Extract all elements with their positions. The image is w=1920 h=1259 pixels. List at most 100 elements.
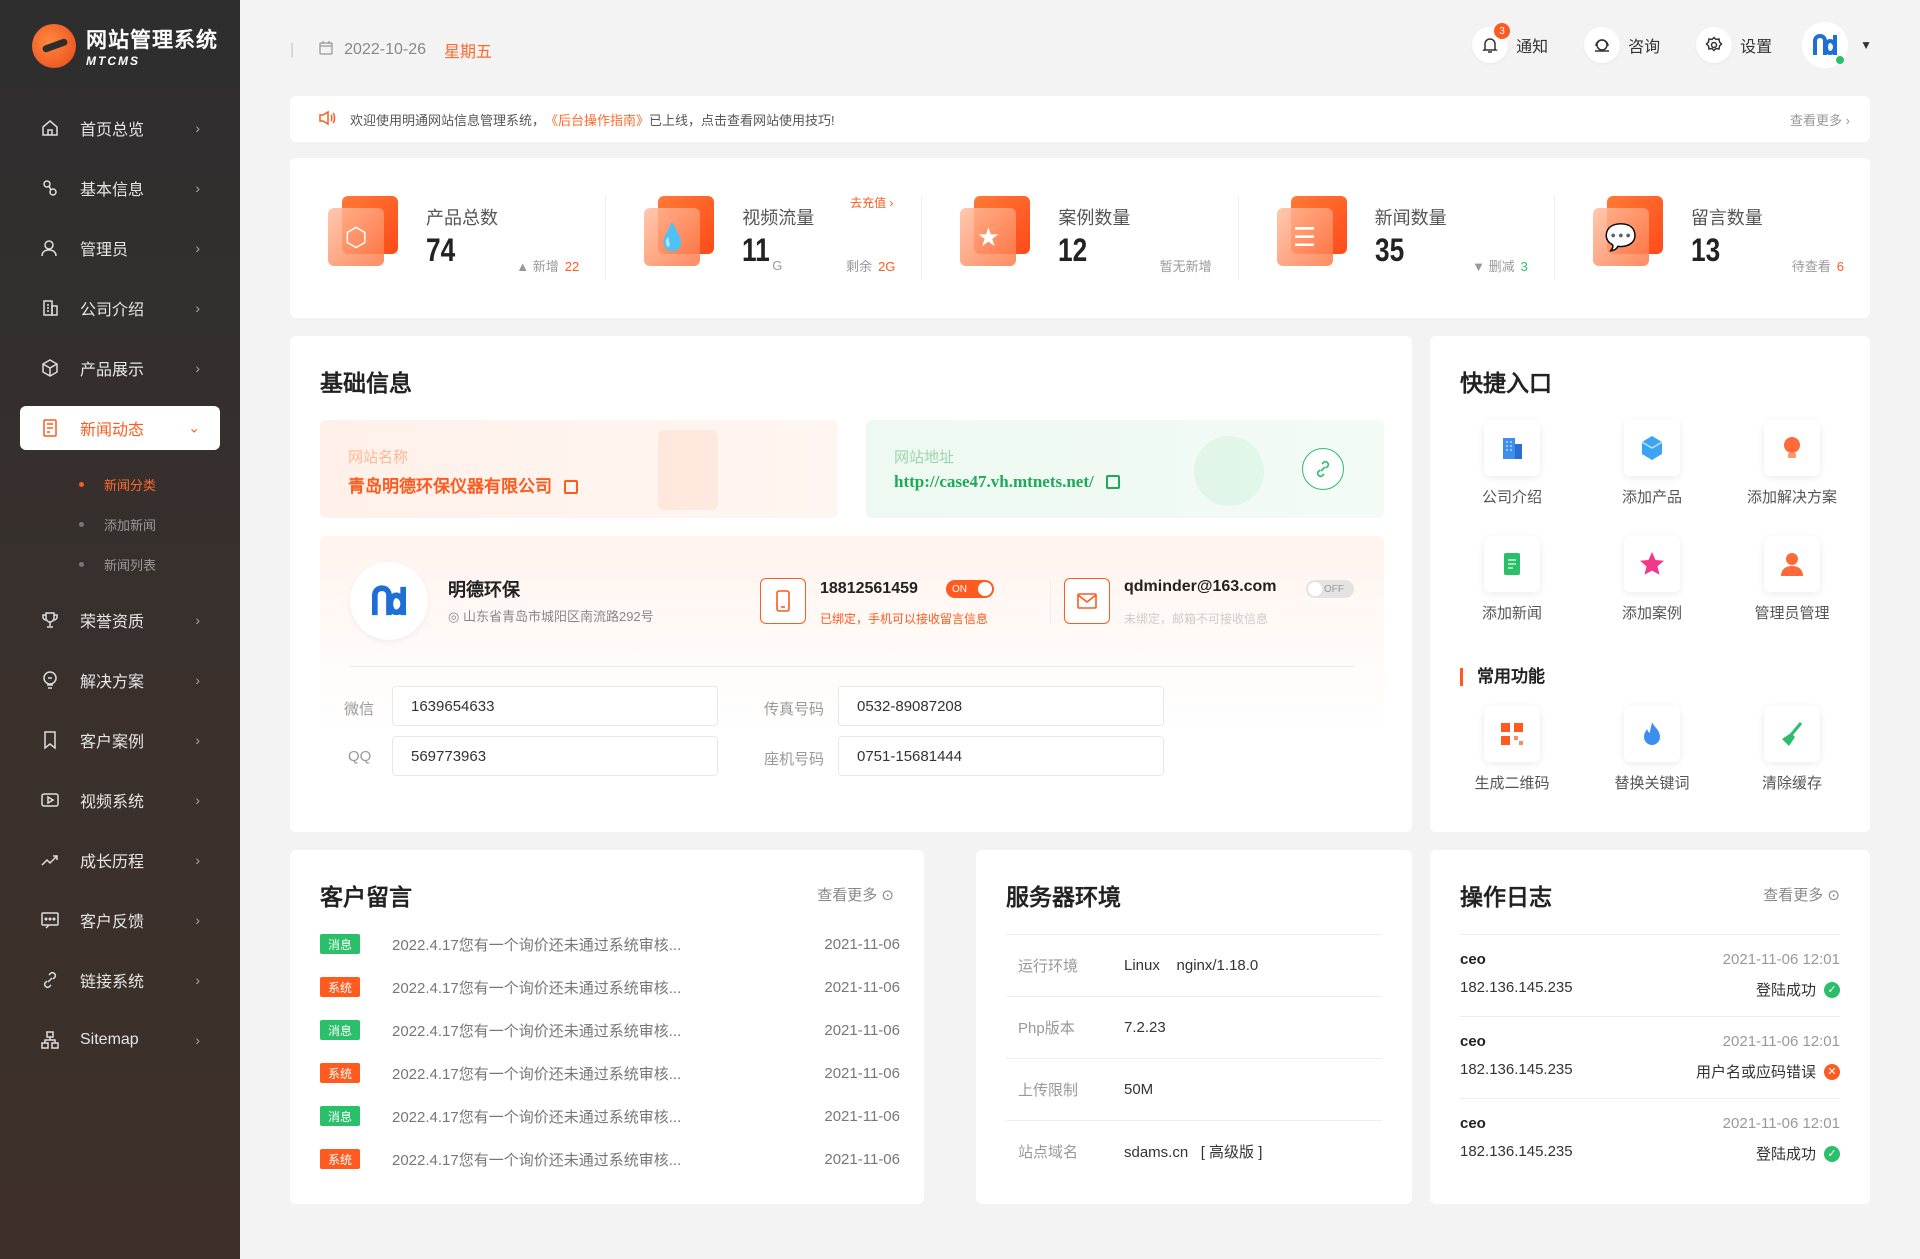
quick-add-case[interactable]: 添加案例: [1582, 536, 1722, 623]
sidebar-item-feedback[interactable]: 客户反馈 ›: [0, 890, 240, 950]
stat-cases[interactable]: ★ 案例数量 12 暂无新增: [922, 196, 1239, 280]
stat-news[interactable]: ☰ 新闻数量 35 ▼ 删减 3: [1239, 196, 1555, 280]
log-ip: 182.136.145.235: [1460, 979, 1573, 996]
sidebar-item-video[interactable]: 视频系统 ›: [0, 770, 240, 830]
sidebar-item-home[interactable]: 首页总览 ›: [0, 98, 240, 158]
messages-more-link[interactable]: 查看更多 ⊙: [817, 884, 894, 905]
app-logo[interactable]: 网站管理系统 MTCMS: [32, 24, 218, 68]
stat-video-traffic[interactable]: 💧 视频流量 去充值 › 11 G 剩余 2G: [606, 194, 923, 280]
sidebar-item-history[interactable]: 成长历程 ›: [0, 830, 240, 890]
list-item[interactable]: 消息 2022.4.17您有一个询价还未通过系统审核... 2021-11-06: [320, 932, 900, 956]
link-icon: [40, 970, 60, 990]
caret-down-icon[interactable]: ▼: [1860, 38, 1872, 52]
sidebar-item-products[interactable]: 产品展示 ›: [0, 338, 240, 398]
stat-value: 12: [1058, 232, 1088, 268]
stat-value: 13: [1690, 232, 1720, 268]
list-item[interactable]: 消息 2022.4.17您有一个询价还未通过系统审核... 2021-11-06: [320, 1018, 900, 1042]
doc-icon: ☰: [1276, 196, 1351, 270]
phone-toggle[interactable]: ON: [946, 580, 994, 598]
edit-icon[interactable]: [564, 480, 578, 494]
subitem-label: 新闻分类: [104, 477, 157, 493]
list-item[interactable]: 系统 2022.4.17您有一个询价还未通过系统审核... 2021-11-06: [320, 975, 900, 999]
email-toggle[interactable]: OFF: [1306, 580, 1354, 598]
subitem-add-news[interactable]: 添加新闻: [0, 504, 240, 544]
quick-entry-panel: 快捷入口 公司介绍 添加产品 添加解决方案 添加新闻 添加案例 管理员管理 常用…: [1430, 336, 1870, 832]
quick-add-news[interactable]: 添加新闻: [1442, 536, 1582, 623]
stat-change: ▼ 删减 3: [1472, 256, 1528, 275]
message-date: 2021-11-06: [824, 1021, 900, 1039]
sidebar-item-cases[interactable]: 客户案例 ›: [0, 710, 240, 770]
sitemap-icon: [40, 1030, 60, 1050]
sidebar-item-company[interactable]: 公司介绍 ›: [0, 278, 240, 338]
list-item[interactable]: 系统 2022.4.17您有一个询价还未通过系统审核... 2021-11-06: [320, 1147, 900, 1171]
subitem-news-list[interactable]: 新闻列表: [0, 544, 240, 584]
fax-field[interactable]: 0532-89087208: [838, 686, 1164, 726]
sidebar-nav: 首页总览 › 基本信息 › 管理员 › 公司介绍 › 产品展示 › 新闻动态 ⌄ 新闻分类 …: [0, 98, 240, 1070]
news-submenu: 新闻分类 添加新闻 新闻列表: [0, 458, 240, 590]
consult-button[interactable]: 咨询: [1578, 22, 1666, 68]
recharge-link[interactable]: 去充值 ›: [850, 194, 893, 211]
chevron-right-icon: ›: [195, 672, 200, 688]
wechat-field[interactable]: 1639654633: [392, 686, 718, 726]
divider: |: [290, 41, 295, 58]
stat-label: 留言数量: [1690, 208, 1763, 228]
list-item[interactable]: 消息 2022.4.17您有一个询价还未通过系统审核... 2021-11-06: [320, 1104, 900, 1128]
flame-icon: [1624, 706, 1680, 762]
log-time: 2021-11-06 12:01: [1722, 1033, 1840, 1050]
quick-clear-cache[interactable]: 清除缓存: [1722, 706, 1862, 793]
date-text: 2022-10-26: [344, 41, 426, 58]
site-url-label: 网站地址: [894, 449, 955, 466]
sidebar-item-honors[interactable]: 荣誉资质 ›: [0, 590, 240, 650]
stat-messages[interactable]: 💬 留言数量 13 待查看 6: [1555, 196, 1870, 280]
sidebar-item-label: 荣誉资质: [80, 614, 145, 631]
wechat-label: 微信: [344, 701, 375, 718]
server-key: 运行环境: [1018, 958, 1079, 975]
notice-bar[interactable]: 欢迎使用明通网站信息管理系统， 《后台操作指南》 已上线，点击查看网站使用技巧!…: [290, 96, 1870, 142]
log-ip: 182.136.145.235: [1460, 1143, 1573, 1160]
sidebar-item-admin[interactable]: 管理员 ›: [0, 218, 240, 278]
list-item[interactable]: 系统 2022.4.17您有一个询价还未通过系统审核... 2021-11-06: [320, 1061, 900, 1085]
qq-field[interactable]: 569773963: [392, 736, 718, 776]
landline-field[interactable]: 0751-15681444: [838, 736, 1164, 776]
open-link-button[interactable]: [1302, 448, 1344, 490]
notice-more-link[interactable]: 查看更多 ›: [1790, 110, 1850, 129]
site-url-text[interactable]: http://case47.vh.mtnets.net/: [894, 472, 1094, 491]
message-text: 2022.4.17您有一个询价还未通过系统审核...: [392, 936, 682, 954]
avatar[interactable]: [1802, 22, 1849, 68]
sidebar-item-news[interactable]: 新闻动态 ⌄: [20, 406, 220, 450]
log-user: ceo: [1460, 1115, 1486, 1132]
divider: [1050, 580, 1051, 624]
log-more-link[interactable]: 查看更多 ⊙: [1763, 884, 1840, 905]
quick-add-solution[interactable]: 添加解决方案: [1722, 420, 1862, 507]
notice-guide-link[interactable]: 《后台操作指南》: [545, 110, 649, 129]
sidebar-item-sitemap[interactable]: Sitemap ›: [0, 1010, 240, 1070]
stat-unit: G: [772, 258, 783, 273]
subitem-news-category[interactable]: 新闻分类: [0, 464, 240, 504]
server-env-panel: 服务器环境 运行环境 Linux nginx/1.18.0 Php版本 7.2.23…: [976, 850, 1412, 1204]
speaker-icon: [318, 110, 338, 129]
sidebar-item-solutions[interactable]: 解决方案 ›: [0, 650, 240, 710]
notice-prefix: 欢迎使用明通网站信息管理系统，: [350, 112, 546, 128]
sidebar: 网站管理系统 MTCMS 首页总览 › 基本信息 › 管理员 › 公司介绍 › 产品展示…: [0, 0, 240, 1259]
sidebar-item-basic-info[interactable]: 基本信息 ›: [0, 158, 240, 218]
quick-company-intro[interactable]: 公司介绍: [1442, 420, 1582, 507]
quick-replace-keywords[interactable]: 替换关键词: [1582, 706, 1722, 793]
quick-generate-qrcode[interactable]: 生成二维码: [1442, 706, 1582, 793]
news-icon: [40, 418, 60, 438]
server-value: Linux nginx/1.18.0: [1124, 957, 1259, 974]
trophy-icon: [40, 610, 60, 630]
sidebar-item-links[interactable]: 链接系统 ›: [0, 950, 240, 1010]
email-note: 未绑定，邮箱不可接收信息: [1124, 612, 1269, 626]
quick-admin-manage[interactable]: 管理员管理: [1722, 536, 1862, 623]
lightbulb-icon: [1764, 420, 1820, 476]
bell-icon: 3: [1472, 23, 1511, 63]
message-text: 2022.4.17您有一个询价还未通过系统审核...: [392, 1151, 682, 1169]
settings-button[interactable]: 设置: [1690, 22, 1778, 68]
site-url-card: 网站地址 http://case47.vh.mtnets.net/: [866, 420, 1384, 518]
quick-add-product[interactable]: 添加产品: [1582, 420, 1722, 507]
stat-products[interactable]: ⬡ 产品总数 74 ▲ 新增 22: [290, 196, 607, 280]
panel-title: 基础信息: [320, 370, 412, 396]
notify-button[interactable]: 3 通知: [1466, 22, 1554, 68]
edit-icon[interactable]: [1105, 475, 1120, 489]
trend-icon: [40, 850, 60, 870]
